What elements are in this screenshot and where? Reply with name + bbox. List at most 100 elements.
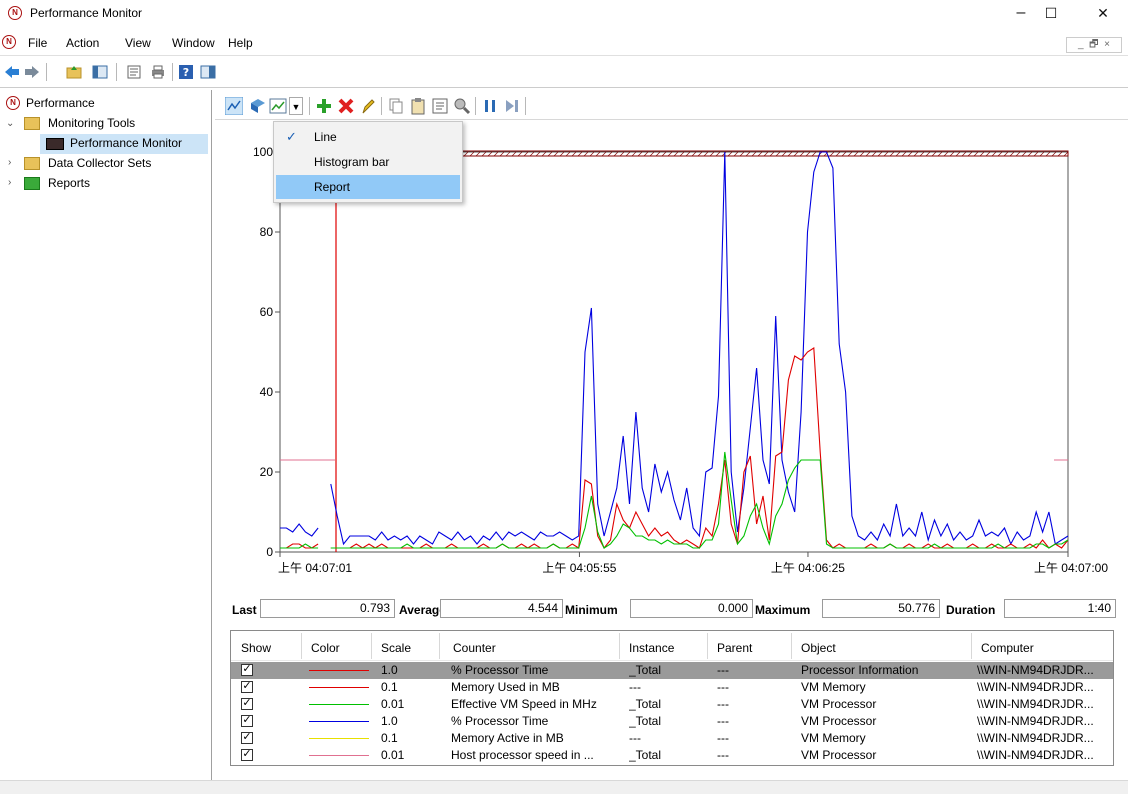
- counter-cell: Host processor speed in ...: [451, 748, 594, 762]
- header-computer[interactable]: Computer: [981, 641, 1034, 655]
- toolbar-separator: [309, 97, 310, 115]
- legend-row[interactable]: ✓ 0.1 Memory Used in MB --- --- VM Memory \\WI…: [231, 679, 1113, 696]
- help-icon[interactable]: ?: [178, 64, 194, 80]
- chevron-down-icon[interactable]: ⌄: [6, 118, 14, 129]
- forward-arrow-icon[interactable]: [24, 64, 40, 80]
- y-tick-label: 40: [260, 385, 274, 399]
- action-pane-icon[interactable]: [200, 64, 216, 80]
- header-counter[interactable]: Counter: [453, 641, 496, 655]
- up-folder-icon[interactable]: [66, 64, 82, 80]
- legend-row[interactable]: ✓ 0.1 Memory Active in MB --- --- VM Memory \\…: [231, 730, 1113, 747]
- instance-cell: ---: [629, 680, 641, 694]
- graph-type-dropdown-arrow[interactable]: ▼: [289, 97, 303, 115]
- show-checkbox[interactable]: ✓: [241, 664, 253, 676]
- header-show[interactable]: Show: [241, 641, 271, 655]
- column-separator[interactable]: [791, 633, 792, 659]
- scale-cell: 0.1: [381, 680, 398, 694]
- menu-action[interactable]: Action: [66, 36, 99, 50]
- parent-cell: ---: [717, 680, 729, 694]
- toolbar-separator: [475, 97, 476, 115]
- change-graph-type-icon[interactable]: [269, 97, 287, 115]
- header-scale[interactable]: Scale: [381, 641, 411, 655]
- freeze-display-icon[interactable]: [481, 97, 499, 115]
- show-checkbox[interactable]: ✓: [241, 698, 253, 710]
- view-log-data-icon[interactable]: [249, 97, 267, 115]
- back-arrow-icon[interactable]: [4, 64, 20, 80]
- print-icon[interactable]: [150, 64, 166, 80]
- show-checkbox[interactable]: ✓: [241, 749, 253, 761]
- add-counter-icon[interactable]: [315, 97, 333, 115]
- tree-item-performance-monitor[interactable]: Performance Monitor: [40, 134, 208, 154]
- menu-item-line[interactable]: ✓ Line: [276, 125, 460, 149]
- maximum-value: 50.776: [822, 599, 940, 618]
- last-value: 0.793: [260, 599, 395, 618]
- object-cell: VM Memory: [801, 680, 866, 694]
- menu-item-histogram-bar[interactable]: Histogram bar: [276, 150, 460, 174]
- computer-cell: \\WIN-NM94DRJDR...: [977, 680, 1094, 694]
- toolbar-separator: [381, 97, 382, 115]
- y-tick-label: 100: [253, 145, 273, 159]
- highlight-icon[interactable]: [359, 97, 377, 115]
- show-checkbox[interactable]: ✓: [241, 715, 253, 727]
- mdi-controls[interactable]: _ 🗗 ×: [1066, 37, 1122, 53]
- close-button[interactable]: ✕: [1080, 0, 1126, 28]
- average-label: Average: [399, 603, 446, 617]
- window-title: Performance Monitor: [30, 6, 143, 20]
- x-tick-label: 上午 04:05:55: [542, 561, 616, 575]
- app-menu-icon[interactable]: N: [2, 35, 16, 49]
- reports-icon: [24, 177, 40, 190]
- minimum-label: Minimum: [565, 603, 618, 617]
- view-current-activity-icon[interactable]: [225, 97, 243, 115]
- legend-row[interactable]: ✓ 1.0 % Processor Time _Total --- Processor I…: [231, 662, 1113, 679]
- update-data-icon[interactable]: [503, 97, 521, 115]
- tree-label: Data Collector Sets: [48, 156, 152, 170]
- chevron-right-icon[interactable]: ›: [8, 177, 11, 188]
- instance-cell: _Total: [629, 697, 662, 711]
- status-bar: [0, 780, 1128, 794]
- menu-view[interactable]: View: [125, 36, 151, 50]
- properties-icon[interactable]: [431, 97, 449, 115]
- header-instance[interactable]: Instance: [629, 641, 674, 655]
- column-separator[interactable]: [619, 633, 620, 659]
- counter-cell: Memory Active in MB: [451, 731, 564, 745]
- column-separator[interactable]: [971, 633, 972, 659]
- show-hide-tree-icon[interactable]: [92, 64, 108, 80]
- parent-cell: ---: [717, 697, 729, 711]
- parent-cell: ---: [717, 731, 729, 745]
- folder-icon: [24, 117, 40, 130]
- show-checkbox[interactable]: ✓: [241, 681, 253, 693]
- performance-graph[interactable]: 0 20 40 60 80 100 上午 04:07:01 上午 04:05:55 上午 04…: [222, 140, 1122, 580]
- computer-cell: \\WIN-NM94DRJDR...: [977, 714, 1094, 728]
- color-swatch: [309, 704, 369, 705]
- copy-properties-icon[interactable]: [387, 97, 405, 115]
- scale-cell: 1.0: [381, 663, 398, 677]
- svg-text:?: ?: [183, 66, 189, 79]
- tree-label: Performance: [26, 96, 95, 110]
- menu-bar: N File Action View Window Help _ 🗗 ×: [0, 30, 1128, 56]
- column-separator[interactable]: [707, 633, 708, 659]
- menu-window[interactable]: Window: [172, 36, 215, 50]
- header-parent[interactable]: Parent: [717, 641, 752, 655]
- chevron-right-icon[interactable]: ›: [8, 157, 11, 168]
- zoom-icon[interactable]: [453, 97, 471, 115]
- legend-row[interactable]: ✓ 1.0 % Processor Time _Total --- VM Processo…: [231, 713, 1113, 730]
- paste-counter-list-icon[interactable]: [409, 97, 427, 115]
- show-checkbox[interactable]: ✓: [241, 732, 253, 744]
- legend-row[interactable]: ✓ 0.01 Host processor speed in ... _Total --…: [231, 747, 1113, 764]
- maximize-button[interactable]: ☐: [1028, 0, 1074, 28]
- scale-cell: 1.0: [381, 714, 398, 728]
- column-separator[interactable]: [371, 633, 372, 659]
- legend-row[interactable]: ✓ 0.01 Effective VM Speed in MHz _Total --- V…: [231, 696, 1113, 713]
- menu-file[interactable]: File: [28, 36, 47, 50]
- properties-icon[interactable]: [126, 64, 142, 80]
- column-separator[interactable]: [301, 633, 302, 659]
- menu-help[interactable]: Help: [228, 36, 253, 50]
- header-object[interactable]: Object: [801, 641, 836, 655]
- column-separator[interactable]: [439, 633, 440, 659]
- legend-header: Show Color Scale Counter Instance Parent…: [231, 631, 1113, 661]
- object-cell: Processor Information: [801, 663, 919, 677]
- header-color[interactable]: Color: [311, 641, 340, 655]
- menu-item-report[interactable]: Report: [276, 175, 460, 199]
- color-swatch: [309, 670, 369, 671]
- delete-counter-icon[interactable]: [337, 97, 355, 115]
